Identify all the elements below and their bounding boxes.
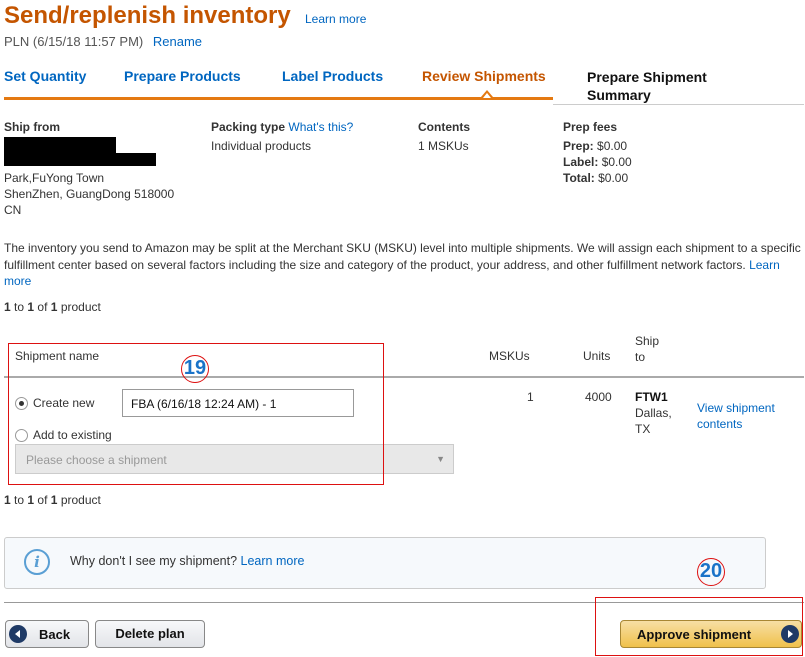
tab-label-line1: Prepare Shipment xyxy=(587,69,707,85)
progress-line xyxy=(4,97,553,100)
learn-more-link[interactable]: Learn more xyxy=(305,12,366,26)
annotation-marker-20: 20 xyxy=(697,558,725,586)
redacted-address xyxy=(4,153,156,166)
pagination-bottom: 1 to 1 of 1 product xyxy=(4,493,101,507)
ship-from-label: Ship from xyxy=(4,120,60,134)
progress-line-remaining xyxy=(553,104,804,105)
view-contents-line2: contents xyxy=(697,417,743,431)
page-total: 1 xyxy=(50,300,58,314)
delete-plan-button[interactable]: Delete plan xyxy=(95,620,205,648)
tab-label-products[interactable]: Label Products xyxy=(282,68,383,84)
active-tab-caret-inner xyxy=(483,93,491,98)
total-fee-row: Total: $0.00 xyxy=(563,170,632,186)
ship-from-address: Park,FuYong Town ShenZhen, GuangDong 518… xyxy=(4,170,174,218)
contents-label: Contents xyxy=(418,120,470,134)
row-ship-to: FTW1 Dallas, TX xyxy=(635,389,672,437)
pagination-top: 1 to 1 of 1 product xyxy=(4,300,101,314)
whats-this-link[interactable]: What's this? xyxy=(288,120,353,134)
page-from: 1 xyxy=(4,300,11,314)
packing-type-label: Packing type xyxy=(211,120,286,134)
left-arrow-icon xyxy=(9,625,27,643)
info-icon: i xyxy=(24,549,50,575)
annotation-box-20 xyxy=(595,597,803,656)
tab-review-shipments[interactable]: Review Shipments xyxy=(422,68,546,84)
page-from: 1 xyxy=(4,493,11,507)
page-unit: product xyxy=(60,493,101,507)
label-fee-key: Label: xyxy=(563,155,599,169)
split-notice-text: The inventory you send to Amazon may be … xyxy=(4,241,801,272)
back-button[interactable]: Back xyxy=(5,620,89,648)
help-text: Why don't I see my shipment? Learn more xyxy=(70,554,304,568)
col-mskus: MSKUs xyxy=(489,349,530,363)
page-title: Send/replenish inventory xyxy=(4,2,291,29)
tab-prepare-products[interactable]: Prepare Products xyxy=(124,68,241,84)
help-learn-more-link[interactable]: Learn more xyxy=(241,554,305,568)
tab-set-quantity[interactable]: Set Quantity xyxy=(4,68,86,84)
total-fee-key: Total: xyxy=(563,171,595,185)
packing-type-header: Packing type What's this? xyxy=(211,120,353,134)
prep-fee-row: Prep: $0.00 xyxy=(563,138,632,154)
address-line: Park,FuYong Town xyxy=(4,171,105,185)
plan-name: PLN (6/15/18 11:57 PM) xyxy=(4,34,144,49)
redacted-name xyxy=(4,137,116,153)
row-units: 4000 xyxy=(585,390,612,404)
packing-type-value: Individual products xyxy=(211,139,312,153)
address-line: CN xyxy=(4,203,22,217)
view-shipment-contents-link[interactable]: View shipment contents xyxy=(697,400,775,432)
annotation-marker-19: 19 xyxy=(181,355,209,383)
col-ship-to-line2: to xyxy=(635,350,646,364)
split-notice: The inventory you send to Amazon may be … xyxy=(4,240,804,290)
col-units: Units xyxy=(583,349,611,363)
prep-fee-value: $0.00 xyxy=(597,139,628,153)
tab-prepare-shipment-summary: Prepare Shipment Summary xyxy=(587,68,707,104)
help-question: Why don't I see my shipment? xyxy=(70,554,238,568)
contents-value: 1 MSKUs xyxy=(418,139,469,153)
prep-fees-label: Prep fees xyxy=(563,120,618,134)
back-label: Back xyxy=(39,627,71,642)
chevron-down-icon: ▼ xyxy=(436,454,445,464)
plan-header: PLN (6/15/18 11:57 PM) Rename xyxy=(4,34,202,49)
view-contents-line1: View shipment xyxy=(697,401,775,415)
page-to-word: to xyxy=(14,300,25,314)
fc-code: FTW1 xyxy=(635,390,668,404)
label-fee-value: $0.00 xyxy=(601,155,632,169)
page-to: 1 xyxy=(27,300,35,314)
col-ship-to-line1: Ship xyxy=(635,334,660,348)
tab-label-line2: Summary xyxy=(587,87,651,103)
label-fee-row: Label: $0.00 xyxy=(563,154,632,170)
page-to-word: to xyxy=(14,493,25,507)
page-of-word: of xyxy=(37,300,48,314)
prep-fee-key: Prep: xyxy=(563,139,594,153)
address-line: ShenZhen, GuangDong 518000 xyxy=(4,187,175,201)
row-mskus: 1 xyxy=(527,390,534,404)
total-fee-value: $0.00 xyxy=(598,171,629,185)
prep-fees-list: Prep: $0.00 Label: $0.00 Total: $0.00 xyxy=(563,138,632,186)
page-unit: product xyxy=(60,300,101,314)
fc-city: Dallas, xyxy=(635,406,672,420)
page-of-word: of xyxy=(37,493,48,507)
fc-state: TX xyxy=(635,422,651,436)
page-total: 1 xyxy=(50,493,58,507)
rename-link[interactable]: Rename xyxy=(153,34,202,49)
col-ship-to: Ship to xyxy=(635,333,659,365)
page-to: 1 xyxy=(27,493,35,507)
